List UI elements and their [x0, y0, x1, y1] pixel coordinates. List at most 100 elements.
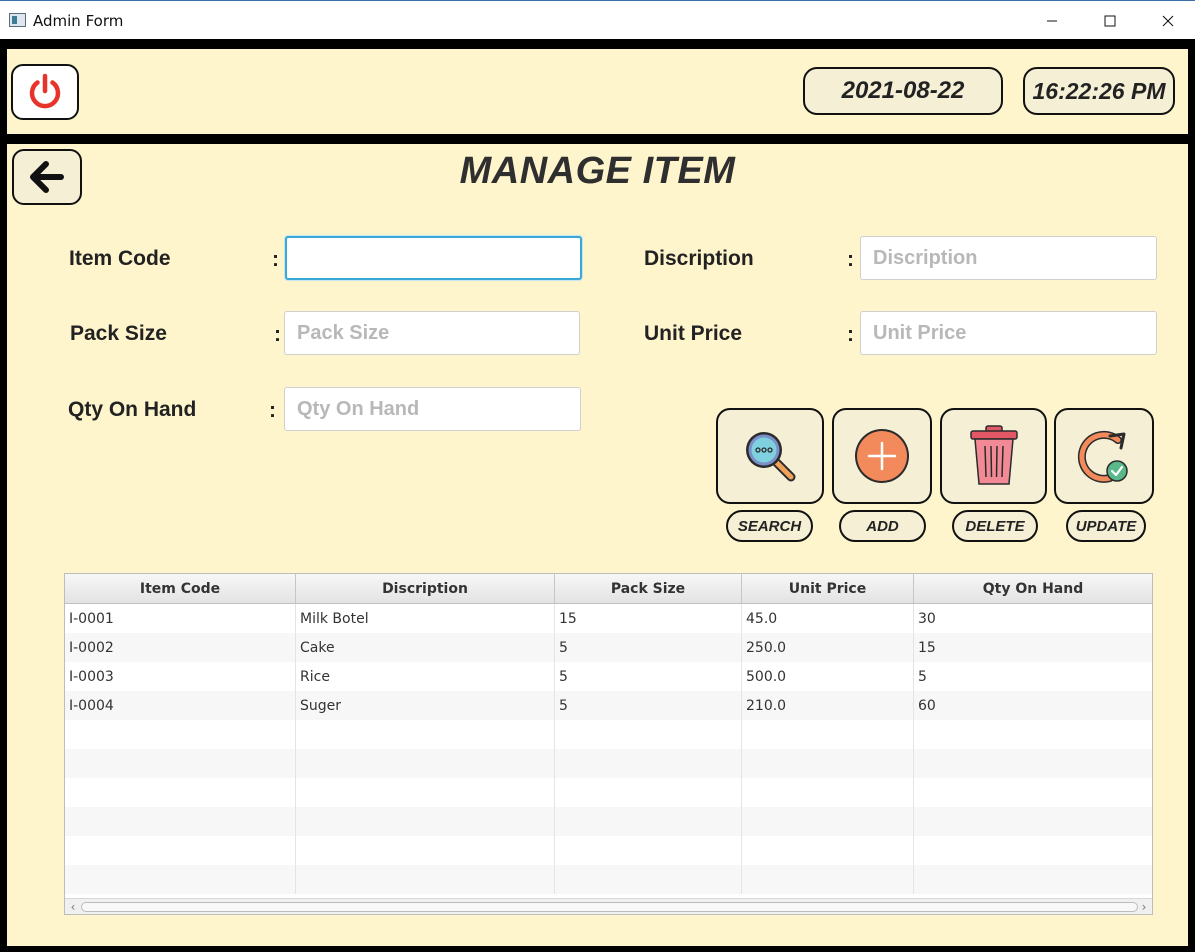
qty-on-hand-input[interactable]	[284, 387, 581, 431]
pack-size-input[interactable]	[284, 311, 580, 355]
empty-cell	[742, 836, 914, 865]
empty-cell	[742, 865, 914, 894]
power-icon	[29, 73, 61, 109]
horizontal-scrollbar[interactable]: ‹ ›	[65, 898, 1152, 914]
table-row-empty[interactable]	[65, 807, 1152, 836]
qty-on-hand-label: Qty On Hand	[68, 398, 197, 421]
empty-cell	[555, 720, 742, 749]
empty-cell	[914, 749, 1152, 778]
add-label-button[interactable]: ADD	[839, 510, 926, 542]
cell-unit-price: 45.0	[742, 604, 914, 633]
time-display: 16:22:26 PM	[1023, 67, 1175, 115]
cell-unit-price: 210.0	[742, 691, 914, 720]
empty-cell	[742, 720, 914, 749]
close-icon	[1162, 15, 1174, 26]
empty-cell	[742, 749, 914, 778]
maximize-icon	[1104, 15, 1116, 26]
cell-description: Suger	[296, 691, 555, 720]
cell-description: Rice	[296, 662, 555, 691]
table-row-empty[interactable]	[65, 836, 1152, 865]
top-bar: 2021-08-22 16:22:26 PM	[7, 49, 1188, 134]
table-row[interactable]: I-0001 Milk Botel 15 45.0 30	[65, 604, 1152, 633]
cell-item-code: I-0002	[65, 633, 296, 662]
unit-price-colon: :	[847, 323, 854, 346]
minimize-button[interactable]	[1023, 1, 1081, 40]
plus-circle-icon	[855, 429, 909, 483]
scroll-right-icon[interactable]: ›	[1137, 900, 1151, 914]
add-button[interactable]	[832, 408, 932, 504]
refresh-check-icon	[1077, 430, 1128, 483]
description-colon: :	[847, 248, 854, 271]
cell-description: Milk Botel	[296, 604, 555, 633]
cell-pack-size: 15	[555, 604, 742, 633]
empty-cell	[914, 865, 1152, 894]
empty-cell	[296, 778, 555, 807]
column-header-pack-size[interactable]: Pack Size	[555, 574, 742, 604]
column-header-unit-price[interactable]: Unit Price	[742, 574, 914, 604]
empty-cell	[555, 836, 742, 865]
pack-size-label: Pack Size	[70, 322, 167, 345]
app-icon	[9, 13, 26, 27]
cell-qty-on-hand: 5	[918, 668, 927, 685]
unit-price-input[interactable]	[860, 311, 1157, 355]
table-row-empty[interactable]	[65, 778, 1152, 807]
column-header-description[interactable]: Discription	[296, 574, 555, 604]
qty-on-hand-colon: :	[269, 399, 276, 422]
app-frame: 2021-08-22 16:22:26 PM MANAGE ITEM Item …	[0, 39, 1195, 952]
cell-item-code: I-0001	[65, 604, 296, 633]
minimize-icon	[1047, 20, 1057, 21]
column-header-qty-on-hand[interactable]: Qty On Hand	[914, 574, 1152, 604]
cell-pack-size: 5	[555, 691, 742, 720]
empty-cell	[555, 865, 742, 894]
empty-cell	[555, 778, 742, 807]
trash-icon	[969, 425, 1018, 485]
cell-item-code: I-0003	[65, 662, 296, 691]
empty-cell	[555, 807, 742, 836]
description-label: Discription	[644, 247, 754, 270]
column-header-item-code[interactable]: Item Code	[65, 574, 296, 604]
empty-cell	[914, 836, 1152, 865]
empty-cell	[296, 865, 555, 894]
empty-cell	[296, 749, 555, 778]
item-code-label: Item Code	[69, 247, 171, 270]
empty-cell	[65, 778, 296, 807]
empty-cell	[296, 807, 555, 836]
table-row[interactable]: I-0004 Suger 5 210.0 60	[65, 691, 1152, 720]
item-code-colon: :	[272, 248, 279, 271]
table-row-empty[interactable]	[65, 865, 1152, 894]
update-button[interactable]	[1054, 408, 1154, 504]
table-row-empty[interactable]	[65, 749, 1152, 778]
cell-description: Cake	[296, 633, 555, 662]
cell-qty-on-hand: 15	[918, 639, 936, 656]
item-table[interactable]: Item Code Discription Pack Size Unit Pri…	[64, 573, 1153, 915]
table-row[interactable]: I-0003 Rice 5 500.0 5	[65, 662, 1152, 691]
search-button[interactable]	[716, 408, 824, 504]
empty-cell	[555, 749, 742, 778]
scrollbar-thumb[interactable]	[81, 902, 1138, 912]
pack-size-colon: :	[274, 323, 281, 346]
empty-cell	[296, 720, 555, 749]
table-row-empty[interactable]	[65, 720, 1152, 749]
power-button[interactable]	[11, 64, 79, 120]
table-row[interactable]: I-0002 Cake 5 250.0 15	[65, 633, 1152, 662]
cell-qty-on-hand: 30	[918, 610, 936, 627]
cell-pack-size: 5	[555, 633, 742, 662]
page-title: MANAGE ITEM	[459, 150, 736, 192]
search-label-button[interactable]: SEARCH	[726, 510, 813, 542]
item-code-input[interactable]	[285, 236, 582, 280]
empty-cell	[742, 778, 914, 807]
delete-label-button[interactable]: DELETE	[952, 510, 1038, 542]
scroll-left-icon[interactable]: ‹	[66, 900, 80, 914]
delete-button[interactable]	[940, 408, 1047, 504]
cell-qty-on-hand: 60	[918, 697, 936, 714]
empty-cell	[65, 865, 296, 894]
cell-unit-price: 500.0	[742, 662, 914, 691]
description-input[interactable]	[860, 236, 1157, 280]
empty-cell	[65, 836, 296, 865]
magnifier-icon	[746, 432, 796, 482]
unit-price-label: Unit Price	[644, 322, 743, 345]
maximize-button[interactable]	[1081, 1, 1139, 40]
cell-item-code: I-0004	[65, 691, 296, 720]
close-button[interactable]	[1139, 1, 1195, 40]
update-label-button[interactable]: UPDATE	[1066, 510, 1146, 542]
